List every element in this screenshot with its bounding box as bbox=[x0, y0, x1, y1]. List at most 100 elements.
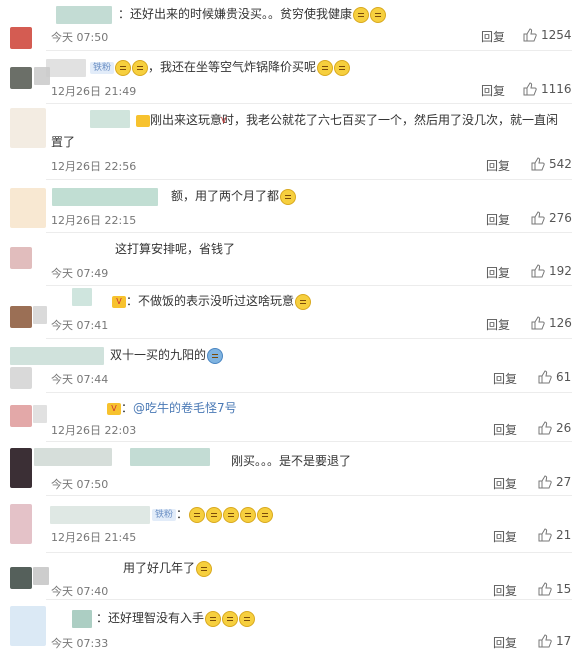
avatar[interactable] bbox=[10, 67, 32, 89]
avatar[interactable] bbox=[10, 108, 46, 148]
avatar[interactable] bbox=[10, 247, 32, 269]
like-button[interactable]: 542 bbox=[531, 157, 572, 171]
like-button[interactable]: 15 bbox=[538, 582, 571, 596]
avatar[interactable] bbox=[10, 606, 46, 646]
emoji-icon bbox=[132, 59, 149, 76]
comment-item: 额，用了两个月了都 12月26日 22:15 回复 276 bbox=[0, 180, 572, 233]
comment-item: 用了好几年了 今天 07:40 回复 15 bbox=[0, 553, 572, 600]
reply-button[interactable]: 回复 bbox=[486, 264, 510, 281]
like-button[interactable]: 26 bbox=[538, 421, 571, 435]
reply-button[interactable]: 回复 bbox=[493, 475, 517, 492]
username-blur bbox=[56, 6, 112, 24]
comment-item: 这打算安排呢，省钱了 今天 07:49 回复 192 bbox=[0, 233, 572, 286]
vip-icon: V bbox=[107, 402, 121, 415]
reply-button[interactable]: 回复 bbox=[493, 370, 517, 387]
like-count: 1254 bbox=[541, 28, 572, 42]
comment-time: 12月26日 22:03 bbox=[51, 424, 137, 437]
fan-badge: 铁粉 bbox=[152, 508, 177, 521]
avatar[interactable] bbox=[10, 367, 32, 389]
thumbs-up-icon bbox=[523, 28, 537, 42]
reply-button[interactable]: 回复 bbox=[486, 316, 510, 333]
comment-text: 额，用了两个月了都 bbox=[171, 188, 297, 205]
thumbs-up-icon bbox=[538, 475, 552, 489]
comment-text: 这打算安排呢，省钱了 bbox=[115, 242, 236, 256]
avatar[interactable] bbox=[10, 567, 32, 589]
like-button[interactable]: 126 bbox=[531, 316, 572, 330]
like-count: 276 bbox=[549, 211, 572, 225]
username-blur bbox=[72, 288, 92, 306]
comment-text: V ：@吃牛的卷毛怪7号 bbox=[107, 400, 237, 416]
thumbs-up-icon bbox=[531, 157, 545, 171]
emoji-icon bbox=[257, 506, 274, 523]
emoji-icon bbox=[280, 188, 297, 205]
like-count: 15 bbox=[556, 582, 572, 596]
comment-time: 12月26日 21:45 bbox=[51, 531, 137, 544]
thumbs-up-icon bbox=[531, 264, 545, 278]
comment-item: ：还好理智没有入手 今天 07:33 回复 17 bbox=[0, 600, 572, 653]
reply-button[interactable]: 回复 bbox=[486, 157, 510, 174]
emoji-icon bbox=[334, 59, 351, 76]
avatar-blur bbox=[34, 67, 50, 85]
avatar-blur bbox=[33, 306, 47, 324]
emoji-icon bbox=[317, 59, 334, 76]
avatar[interactable] bbox=[10, 27, 32, 49]
comment-text: ：还好理智没有入手 bbox=[96, 610, 256, 627]
avatar[interactable] bbox=[10, 188, 46, 228]
reply-button[interactable]: 回复 bbox=[493, 582, 517, 599]
like-count: 17 bbox=[556, 634, 572, 648]
comment-time: 12月26日 22:56 bbox=[51, 160, 137, 173]
like-button[interactable]: 1116 bbox=[523, 82, 572, 96]
like-button[interactable]: 1254 bbox=[523, 28, 572, 42]
comment-text: 铁粉 ，我还在坐等空气炸锅降价买呢 bbox=[90, 59, 351, 76]
like-button[interactable]: 276 bbox=[531, 211, 572, 225]
comment-text: 刚买。。。是不是要退了 bbox=[231, 454, 352, 468]
comment-time: 今天 07:50 bbox=[51, 478, 109, 491]
emoji-icon bbox=[115, 59, 132, 76]
emoji-icon bbox=[223, 506, 240, 523]
avatar-blur bbox=[33, 567, 49, 585]
comment-item: 刚买。。。是不是要退了 今天 07:50 回复 27 bbox=[0, 442, 572, 496]
comment-text: V刚出来这玩意时，我老公就花了六七百买了一个，然后用了没几次，就一直闲置了 bbox=[51, 113, 559, 149]
comment-time: 12月26日 21:49 bbox=[51, 85, 137, 98]
reply-button[interactable]: 回复 bbox=[493, 634, 517, 651]
emoji-icon bbox=[239, 610, 256, 627]
thumbs-up-icon bbox=[538, 634, 552, 648]
vip-icon: V bbox=[136, 114, 226, 127]
comment-item: 铁粉 ，我还在坐等空气炸锅降价买呢 12月26日 21:49 回复 1116 bbox=[0, 51, 572, 104]
like-button[interactable]: 17 bbox=[538, 634, 571, 648]
emoji-icon bbox=[240, 506, 257, 523]
comment-text: 铁粉： bbox=[152, 506, 274, 523]
like-button[interactable]: 192 bbox=[531, 264, 572, 278]
thumbs-up-icon bbox=[531, 211, 545, 225]
like-button[interactable]: 21 bbox=[538, 528, 571, 542]
username-blur bbox=[52, 188, 158, 206]
emoji-icon bbox=[207, 347, 224, 364]
username-blur bbox=[10, 347, 104, 365]
reply-button[interactable]: 回复 bbox=[493, 528, 517, 545]
avatar[interactable] bbox=[10, 448, 32, 488]
comment-item: V刚出来这玩意时，我老公就花了六七百买了一个，然后用了没几次，就一直闲置了 12… bbox=[0, 104, 572, 180]
username-blur bbox=[50, 506, 150, 524]
username-blur bbox=[130, 448, 210, 466]
comment-time: 今天 07:40 bbox=[51, 585, 109, 598]
like-count: 26 bbox=[556, 421, 572, 435]
reply-button[interactable]: 回复 bbox=[493, 421, 517, 438]
username-blur bbox=[72, 610, 92, 628]
comment-item: V ：@吃牛的卷毛怪7号 12月26日 22:03 回复 26 bbox=[0, 393, 572, 442]
comment-item: V ：不做饭的表示没听过这啥玩意 今天 07:41 回复 126 bbox=[0, 286, 572, 339]
comment-time: 今天 07:33 bbox=[51, 637, 109, 650]
comment-time: 今天 07:41 bbox=[51, 319, 109, 332]
reply-button[interactable]: 回复 bbox=[481, 28, 505, 45]
avatar[interactable] bbox=[10, 504, 32, 544]
username-blur bbox=[46, 59, 86, 77]
comment-time: 今天 07:44 bbox=[51, 373, 109, 386]
reply-button[interactable]: 回复 bbox=[486, 211, 510, 228]
reply-button[interactable]: 回复 bbox=[481, 82, 505, 99]
avatar[interactable] bbox=[10, 306, 32, 328]
like-button[interactable]: 27 bbox=[538, 475, 571, 489]
avatar[interactable] bbox=[10, 405, 32, 427]
emoji-icon bbox=[206, 506, 223, 523]
like-button[interactable]: 61 bbox=[538, 370, 571, 384]
fan-badge: 铁粉 bbox=[90, 61, 115, 74]
emoji-icon bbox=[370, 6, 387, 23]
